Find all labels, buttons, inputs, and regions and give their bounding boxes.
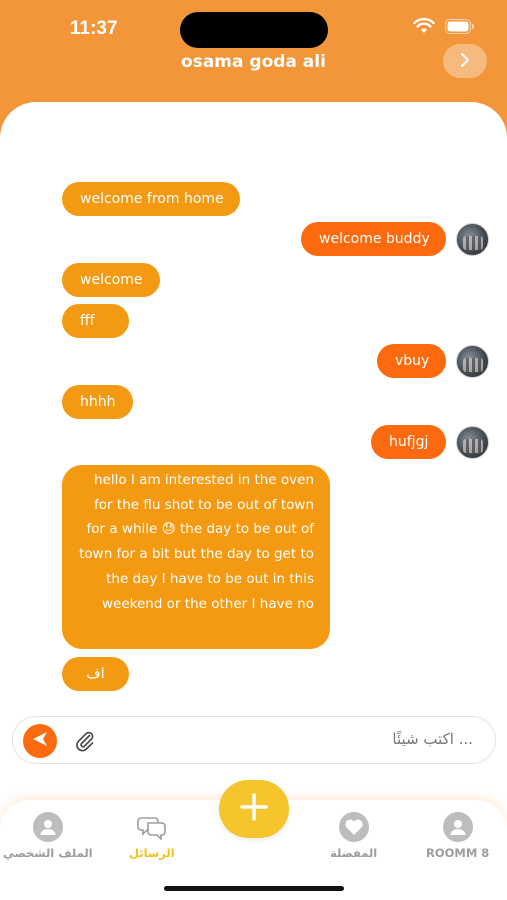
plus-icon <box>239 792 269 826</box>
avatar <box>456 223 489 256</box>
tab-messages[interactable]: الرسائل <box>129 812 175 860</box>
message-bubble-sent: vbuy <box>377 344 446 378</box>
user-icon <box>442 812 473 842</box>
tab-label: الملف الشخصي <box>3 846 93 860</box>
tab-label: المفضلة <box>330 846 378 860</box>
message-bubble-received: hhhh <box>62 385 133 419</box>
profile-icon <box>32 812 63 842</box>
paperclip-icon[interactable] <box>73 729 97 757</box>
wifi-icon <box>413 18 435 34</box>
battery-icon <box>445 18 475 34</box>
message-composer: اكتب شيئًا ... <box>12 716 496 764</box>
header-nav-button[interactable] <box>443 44 487 78</box>
tab-label: الرسائل <box>129 846 175 860</box>
add-button[interactable] <box>219 780 289 838</box>
status-icons <box>413 18 475 34</box>
message-bubble-sent: hufjgj <box>371 425 446 459</box>
heart-icon <box>338 812 369 842</box>
tab-profile[interactable]: الملف الشخصي <box>3 812 93 860</box>
message-bubble-received: welcome from home <box>62 182 240 216</box>
message-bubble-received: welcome <box>62 263 160 297</box>
chat-icon <box>137 812 167 842</box>
home-indicator <box>164 886 344 891</box>
chat-title: osama goda ali <box>181 52 326 72</box>
message-bubble-sent: welcome buddy <box>301 222 446 256</box>
status-time: 11:37 <box>70 18 118 39</box>
send-icon <box>31 730 49 752</box>
tab-roomm8[interactable]: ROOMM 8 <box>426 812 489 860</box>
message-input[interactable]: اكتب شيئًا ... <box>392 730 473 748</box>
tab-favorites[interactable]: المفضلة <box>330 812 377 860</box>
message-bubble-received-long: hello I am interested in the oven for th… <box>62 465 330 649</box>
send-button[interactable] <box>23 724 57 758</box>
status-bar: 11:37 <box>0 0 507 50</box>
avatar <box>456 345 489 378</box>
camera-notch <box>180 12 328 48</box>
tab-label: ROOMM 8 <box>426 846 490 860</box>
chevron-right-icon <box>460 52 470 71</box>
message-bubble-received: اف <box>62 657 129 691</box>
avatar <box>456 426 489 459</box>
message-bubble-received: fff <box>62 304 129 338</box>
